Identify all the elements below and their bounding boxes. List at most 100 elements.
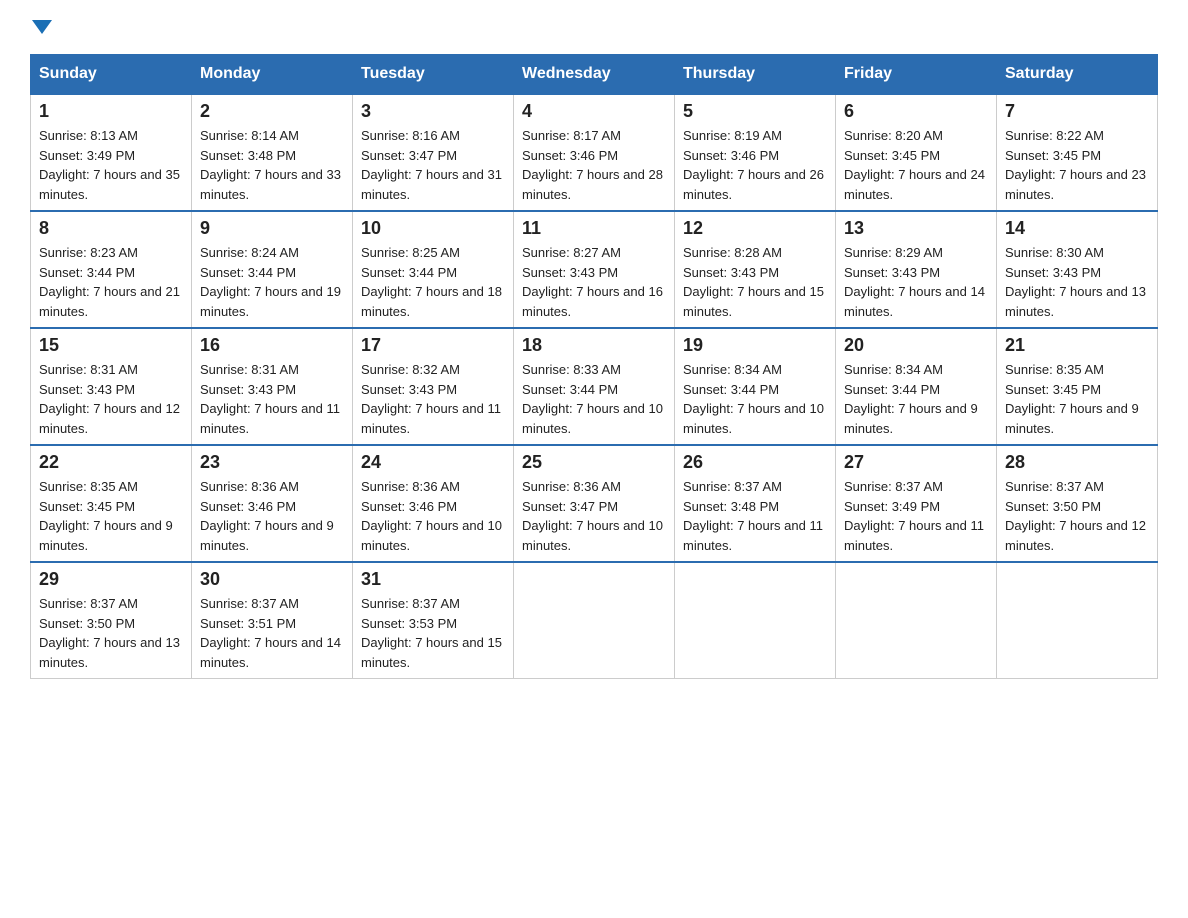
calendar-header: SundayMondayTuesdayWednesdayThursdayFrid… xyxy=(31,55,1158,95)
calendar-cell: 9 Sunrise: 8:24 AMSunset: 3:44 PMDaylight… xyxy=(192,211,353,328)
day-number: 23 xyxy=(200,452,344,473)
day-info: Sunrise: 8:31 AMSunset: 3:43 PMDaylight:… xyxy=(200,360,344,438)
day-number: 12 xyxy=(683,218,827,239)
day-number: 10 xyxy=(361,218,505,239)
day-info: Sunrise: 8:22 AMSunset: 3:45 PMDaylight:… xyxy=(1005,126,1149,204)
day-info: Sunrise: 8:35 AMSunset: 3:45 PMDaylight:… xyxy=(1005,360,1149,438)
calendar-cell xyxy=(675,562,836,679)
calendar-cell: 20 Sunrise: 8:34 AMSunset: 3:44 PMDayligh… xyxy=(836,328,997,445)
calendar-cell: 2Sunrise: 8:14 AMSunset: 3:48 PMDaylight… xyxy=(192,94,353,211)
day-info: Sunrise: 8:29 AMSunset: 3:43 PMDaylight:… xyxy=(844,243,988,321)
day-info: Sunrise: 8:14 AMSunset: 3:48 PMDaylight:… xyxy=(200,126,344,204)
day-info: Sunrise: 8:33 AMSunset: 3:44 PMDaylight:… xyxy=(522,360,666,438)
day-info: Sunrise: 8:36 AMSunset: 3:46 PMDaylight:… xyxy=(200,477,344,555)
calendar-week-row: 15 Sunrise: 8:31 AMSunset: 3:43 PMDayligh… xyxy=(31,328,1158,445)
calendar-cell: 22 Sunrise: 8:35 AMSunset: 3:45 PMDayligh… xyxy=(31,445,192,562)
column-header-tuesday: Tuesday xyxy=(353,55,514,95)
day-number: 18 xyxy=(522,335,666,356)
day-number: 14 xyxy=(1005,218,1149,239)
calendar-cell: 21 Sunrise: 8:35 AMSunset: 3:45 PMDayligh… xyxy=(997,328,1158,445)
page-header xyxy=(30,20,1158,34)
calendar-week-row: 22 Sunrise: 8:35 AMSunset: 3:45 PMDayligh… xyxy=(31,445,1158,562)
day-number: 13 xyxy=(844,218,988,239)
day-number: 19 xyxy=(683,335,827,356)
day-info: Sunrise: 8:28 AMSunset: 3:43 PMDaylight:… xyxy=(683,243,827,321)
day-info: Sunrise: 8:30 AMSunset: 3:43 PMDaylight:… xyxy=(1005,243,1149,321)
calendar-cell: 23 Sunrise: 8:36 AMSunset: 3:46 PMDayligh… xyxy=(192,445,353,562)
calendar-cell: 7Sunrise: 8:22 AMSunset: 3:45 PMDaylight… xyxy=(997,94,1158,211)
day-info: Sunrise: 8:25 AMSunset: 3:44 PMDaylight:… xyxy=(361,243,505,321)
day-info: Sunrise: 8:37 AMSunset: 3:51 PMDaylight:… xyxy=(200,594,344,672)
calendar-cell: 17Sunrise: 8:32 AMSunset: 3:43 PMDayligh… xyxy=(353,328,514,445)
header-row: SundayMondayTuesdayWednesdayThursdayFrid… xyxy=(31,55,1158,95)
calendar-cell: 5 Sunrise: 8:19 AMSunset: 3:46 PMDaylight… xyxy=(675,94,836,211)
calendar-cell: 28 Sunrise: 8:37 AMSunset: 3:50 PMDayligh… xyxy=(997,445,1158,562)
calendar-cell: 25 Sunrise: 8:36 AMSunset: 3:47 PMDayligh… xyxy=(514,445,675,562)
day-number: 4 xyxy=(522,101,666,122)
calendar-cell: 10 Sunrise: 8:25 AMSunset: 3:44 PMDayligh… xyxy=(353,211,514,328)
day-number: 25 xyxy=(522,452,666,473)
calendar-cell: 12 Sunrise: 8:28 AMSunset: 3:43 PMDayligh… xyxy=(675,211,836,328)
calendar-cell: 15 Sunrise: 8:31 AMSunset: 3:43 PMDayligh… xyxy=(31,328,192,445)
calendar-cell: 11 Sunrise: 8:27 AMSunset: 3:43 PMDayligh… xyxy=(514,211,675,328)
calendar-cell: 19Sunrise: 8:34 AMSunset: 3:44 PMDayligh… xyxy=(675,328,836,445)
day-info: Sunrise: 8:36 AMSunset: 3:47 PMDaylight:… xyxy=(522,477,666,555)
column-header-wednesday: Wednesday xyxy=(514,55,675,95)
column-header-thursday: Thursday xyxy=(675,55,836,95)
calendar-cell: 8Sunrise: 8:23 AMSunset: 3:44 PMDaylight… xyxy=(31,211,192,328)
calendar-week-row: 29 Sunrise: 8:37 AMSunset: 3:50 PMDayligh… xyxy=(31,562,1158,679)
calendar-cell xyxy=(514,562,675,679)
day-number: 6 xyxy=(844,101,988,122)
day-number: 31 xyxy=(361,569,505,590)
calendar-cell: 24 Sunrise: 8:36 AMSunset: 3:46 PMDayligh… xyxy=(353,445,514,562)
day-info: Sunrise: 8:36 AMSunset: 3:46 PMDaylight:… xyxy=(361,477,505,555)
day-info: Sunrise: 8:34 AMSunset: 3:44 PMDaylight:… xyxy=(844,360,988,438)
day-number: 15 xyxy=(39,335,183,356)
calendar-cell: 30 Sunrise: 8:37 AMSunset: 3:51 PMDayligh… xyxy=(192,562,353,679)
day-info: Sunrise: 8:37 AMSunset: 3:50 PMDaylight:… xyxy=(39,594,183,672)
day-info: Sunrise: 8:37 AMSunset: 3:53 PMDaylight:… xyxy=(361,594,505,672)
day-info: Sunrise: 8:37 AMSunset: 3:49 PMDaylight:… xyxy=(844,477,988,555)
day-number: 11 xyxy=(522,218,666,239)
calendar-cell: 16Sunrise: 8:31 AMSunset: 3:43 PMDayligh… xyxy=(192,328,353,445)
day-number: 30 xyxy=(200,569,344,590)
day-info: Sunrise: 8:17 AMSunset: 3:46 PMDaylight:… xyxy=(522,126,666,204)
day-number: 24 xyxy=(361,452,505,473)
day-number: 5 xyxy=(683,101,827,122)
day-number: 28 xyxy=(1005,452,1149,473)
day-number: 20 xyxy=(844,335,988,356)
day-number: 21 xyxy=(1005,335,1149,356)
column-header-sunday: Sunday xyxy=(31,55,192,95)
calendar-cell: 14 Sunrise: 8:30 AMSunset: 3:43 PMDayligh… xyxy=(997,211,1158,328)
day-info: Sunrise: 8:20 AMSunset: 3:45 PMDaylight:… xyxy=(844,126,988,204)
day-number: 1 xyxy=(39,101,183,122)
day-info: Sunrise: 8:24 AMSunset: 3:44 PMDaylight:… xyxy=(200,243,344,321)
day-info: Sunrise: 8:35 AMSunset: 3:45 PMDaylight:… xyxy=(39,477,183,555)
day-number: 9 xyxy=(200,218,344,239)
day-info: Sunrise: 8:16 AMSunset: 3:47 PMDaylight:… xyxy=(361,126,505,204)
day-info: Sunrise: 8:31 AMSunset: 3:43 PMDaylight:… xyxy=(39,360,183,438)
calendar-cell: 31 Sunrise: 8:37 AMSunset: 3:53 PMDayligh… xyxy=(353,562,514,679)
day-info: Sunrise: 8:37 AMSunset: 3:48 PMDaylight:… xyxy=(683,477,827,555)
calendar-cell: 27Sunrise: 8:37 AMSunset: 3:49 PMDayligh… xyxy=(836,445,997,562)
logo-triangle-icon xyxy=(32,20,52,34)
day-info: Sunrise: 8:37 AMSunset: 3:50 PMDaylight:… xyxy=(1005,477,1149,555)
calendar-cell: 1 Sunrise: 8:13 AMSunset: 3:49 PMDaylight… xyxy=(31,94,192,211)
calendar-cell xyxy=(836,562,997,679)
calendar-week-row: 1 Sunrise: 8:13 AMSunset: 3:49 PMDaylight… xyxy=(31,94,1158,211)
calendar-cell: 6 Sunrise: 8:20 AMSunset: 3:45 PMDaylight… xyxy=(836,94,997,211)
calendar-cell: 3 Sunrise: 8:16 AMSunset: 3:47 PMDaylight… xyxy=(353,94,514,211)
calendar-cell: 26 Sunrise: 8:37 AMSunset: 3:48 PMDayligh… xyxy=(675,445,836,562)
day-number: 8 xyxy=(39,218,183,239)
day-number: 17 xyxy=(361,335,505,356)
calendar-cell: 13 Sunrise: 8:29 AMSunset: 3:43 PMDayligh… xyxy=(836,211,997,328)
day-number: 29 xyxy=(39,569,183,590)
day-number: 22 xyxy=(39,452,183,473)
day-info: Sunrise: 8:27 AMSunset: 3:43 PMDaylight:… xyxy=(522,243,666,321)
day-info: Sunrise: 8:19 AMSunset: 3:46 PMDaylight:… xyxy=(683,126,827,204)
calendar-cell: 29 Sunrise: 8:37 AMSunset: 3:50 PMDayligh… xyxy=(31,562,192,679)
day-number: 26 xyxy=(683,452,827,473)
day-info: Sunrise: 8:13 AMSunset: 3:49 PMDaylight:… xyxy=(39,126,183,204)
calendar-week-row: 8Sunrise: 8:23 AMSunset: 3:44 PMDaylight… xyxy=(31,211,1158,328)
day-number: 3 xyxy=(361,101,505,122)
